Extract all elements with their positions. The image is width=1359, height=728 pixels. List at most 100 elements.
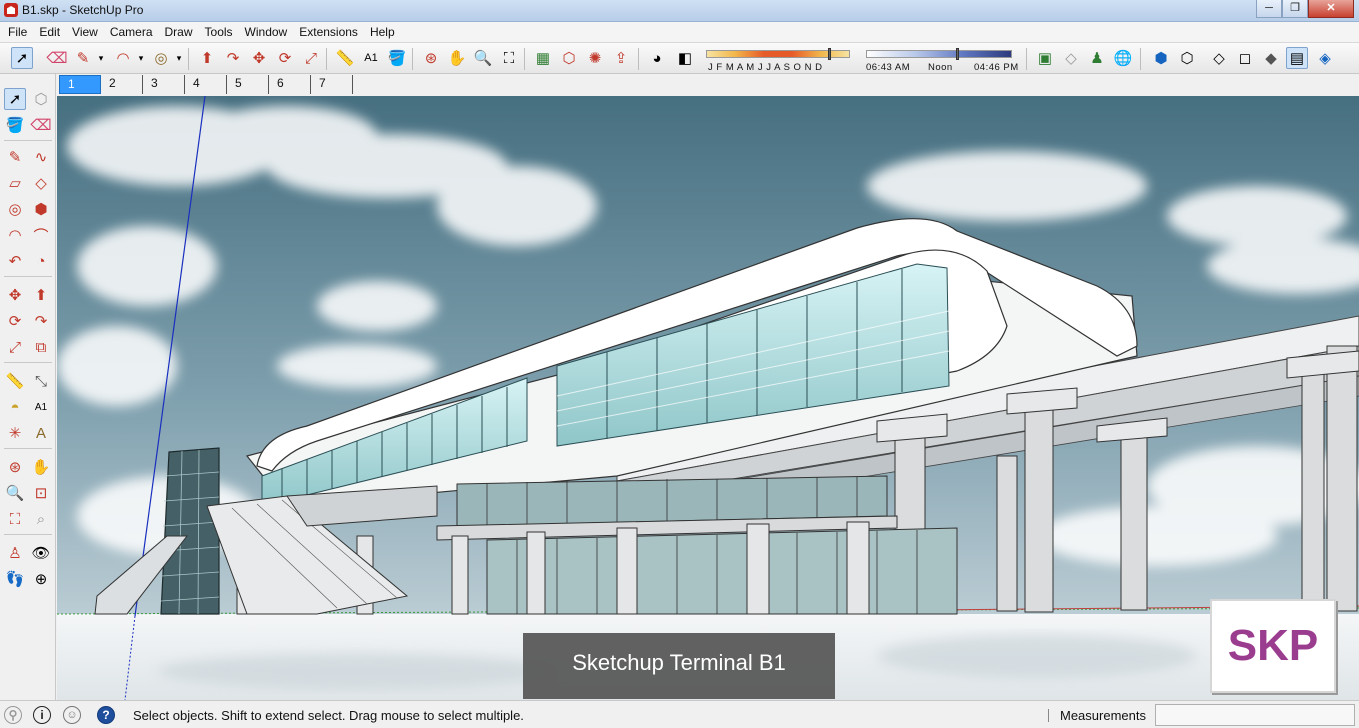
menu-edit[interactable]: Edit xyxy=(33,25,66,39)
3d-text-tool-icon[interactable]: A xyxy=(30,422,52,444)
polygon-tool-icon[interactable]: ⬢ xyxy=(30,198,52,220)
tape-measure-tool-icon[interactable]: 📏 xyxy=(334,47,356,69)
scene-tab-4[interactable]: 4 xyxy=(185,75,227,94)
time-slider-track[interactable] xyxy=(866,50,1012,58)
credits-info-icon[interactable]: i xyxy=(33,706,51,724)
make-component-icon[interactable]: ⬡ xyxy=(30,88,52,110)
push-pull-tool-icon[interactable]: ⬆ xyxy=(196,47,218,69)
time-slider-thumb[interactable] xyxy=(956,48,959,60)
rectangle-tool-icon[interactable]: ▱ xyxy=(4,172,26,194)
minimize-button[interactable]: ─ xyxy=(1256,0,1282,18)
orbit-tool-icon[interactable]: ⊛ xyxy=(420,47,442,69)
model-viewport[interactable]: Sketchup Terminal B1 SKP xyxy=(57,96,1359,700)
walk-icon[interactable]: ◇ xyxy=(1060,47,1082,69)
scene-tab-3[interactable]: 3 xyxy=(143,75,185,94)
freehand-tool-icon[interactable]: ∿ xyxy=(30,146,52,168)
zoom-extents-tool-icon[interactable]: ⛶ xyxy=(498,47,520,69)
position-camera-icon[interactable]: ▣ xyxy=(1034,47,1056,69)
extension-warehouse-icon[interactable]: ✺ xyxy=(584,47,606,69)
line-tool-icon[interactable]: ✎ xyxy=(4,146,26,168)
two-point-arc-tool-icon[interactable]: ⌒ xyxy=(30,224,52,246)
push-pull-tool-icon[interactable]: ⬆ xyxy=(30,284,52,306)
walk-tool-icon[interactable]: 👣 xyxy=(4,568,26,590)
share-model-icon[interactable]: ⬡ xyxy=(558,47,580,69)
eraser-tool-icon[interactable]: ⌫ xyxy=(30,114,52,136)
menu-file[interactable]: File xyxy=(2,25,33,39)
dimension-tool-icon[interactable]: ⤡ xyxy=(30,370,52,392)
shadow-settings-icon[interactable]: ◕ xyxy=(646,47,668,69)
menu-camera[interactable]: Camera xyxy=(104,25,159,39)
date-slider-thumb[interactable] xyxy=(828,48,831,60)
display-shadows-icon[interactable]: ◧ xyxy=(674,47,696,69)
rotate-tool-icon[interactable]: ⟳ xyxy=(4,310,26,332)
rotate-tool-icon[interactable]: ⟳ xyxy=(274,47,296,69)
previous-view-icon[interactable]: ⌕ xyxy=(30,508,52,530)
zoom-window-tool-icon[interactable]: ⊡ xyxy=(30,482,52,504)
geo-location-icon[interactable]: 🌐 xyxy=(1112,47,1134,69)
arc-dropdown-icon[interactable]: ▾ xyxy=(130,47,152,69)
pan-tool-icon[interactable]: ✋ xyxy=(30,456,52,478)
paint-bucket-tool-icon[interactable]: 🪣 xyxy=(4,114,26,136)
menu-tools[interactable]: Tools xyxy=(199,25,239,39)
close-button[interactable]: ✕ xyxy=(1308,0,1354,18)
zoom-extents-tool-icon[interactable]: ⛶ xyxy=(4,508,26,530)
axes-tool-icon[interactable]: ✳ xyxy=(4,422,26,444)
arc-tool-icon[interactable]: ◠ xyxy=(4,224,26,246)
move-tool-icon[interactable]: ✥ xyxy=(248,47,270,69)
wireframe-style-icon[interactable]: ◇ xyxy=(1208,47,1230,69)
measurements-input[interactable] xyxy=(1155,704,1355,726)
orbit-tool-icon[interactable]: ⊛ xyxy=(4,456,26,478)
scene-tab-6[interactable]: 6 xyxy=(269,75,311,94)
scene-tab-7[interactable]: 7 xyxy=(311,75,353,94)
move-tool-icon[interactable]: ✥ xyxy=(4,284,26,306)
select-tool-icon[interactable]: ➚ xyxy=(4,88,26,110)
shape-dropdown-icon[interactable]: ▾ xyxy=(168,47,190,69)
shaded-style-icon[interactable]: ◆ xyxy=(1260,47,1282,69)
share-component-icon[interactable]: ⇪ xyxy=(610,47,632,69)
circle-tool-icon[interactable]: ◎ xyxy=(4,198,26,220)
rotated-rectangle-tool-icon[interactable]: ◇ xyxy=(30,172,52,194)
text-tool-icon[interactable]: A1 xyxy=(360,47,382,69)
three-point-arc-tool-icon[interactable]: ↶ xyxy=(4,250,26,272)
position-camera-icon[interactable]: ♙ xyxy=(4,542,26,564)
xray-style-icon[interactable]: ⬢ xyxy=(1150,47,1172,69)
section-plane-tool-icon[interactable]: ⊕ xyxy=(30,568,52,590)
look-around-icon[interactable]: 👁 xyxy=(30,542,52,564)
tape-measure-tool-icon[interactable]: 📏 xyxy=(4,370,26,392)
scale-tool-icon[interactable]: ⤢ xyxy=(300,47,322,69)
paint-bucket-tool-icon[interactable]: 🪣 xyxy=(386,47,408,69)
hidden-line-style-icon[interactable]: ◻ xyxy=(1234,47,1256,69)
scene-tabs: 1 2 3 4 5 6 7 xyxy=(57,74,1359,96)
look-around-icon[interactable]: ♟ xyxy=(1086,47,1108,69)
scene-tab-5[interactable]: 5 xyxy=(227,75,269,94)
menu-view[interactable]: View xyxy=(66,25,104,39)
menu-draw[interactable]: Draw xyxy=(159,25,199,39)
maximize-button[interactable]: ❐ xyxy=(1282,0,1308,18)
follow-me-tool-icon[interactable]: ↷ xyxy=(30,310,52,332)
zoom-tool-icon[interactable]: 🔍 xyxy=(4,482,26,504)
pie-tool-icon[interactable]: ◔ xyxy=(30,250,52,272)
menu-extensions[interactable]: Extensions xyxy=(293,25,364,39)
pan-tool-icon[interactable]: ✋ xyxy=(446,47,468,69)
scale-tool-icon[interactable]: ⤢ xyxy=(4,336,26,358)
protractor-tool-icon[interactable]: ◓ xyxy=(4,396,26,418)
back-edges-style-icon[interactable]: ⬡ xyxy=(1176,47,1198,69)
warehouse-icon[interactable]: ▦ xyxy=(532,47,554,69)
scene-tab-1[interactable]: 1 xyxy=(59,75,101,94)
user-account-icon[interactable]: ☺ xyxy=(63,706,81,724)
geo-location-status-icon[interactable]: ⚲ xyxy=(4,706,22,724)
scene-tab-2[interactable]: 2 xyxy=(101,75,143,94)
help-icon[interactable]: ? xyxy=(97,706,115,724)
menu-window[interactable]: Window xyxy=(239,25,294,39)
text-tool-icon[interactable]: A1 xyxy=(30,396,52,418)
eraser-tool-icon[interactable]: ⌫ xyxy=(46,47,68,69)
offset-tool-icon[interactable]: ⧉ xyxy=(30,336,52,358)
menu-help[interactable]: Help xyxy=(364,25,401,39)
toolbar-divider xyxy=(524,48,525,70)
monochrome-style-icon[interactable]: ◈ xyxy=(1314,47,1336,69)
line-dropdown-icon[interactable]: ▾ xyxy=(90,47,112,69)
select-tool-icon[interactable]: ➚ xyxy=(11,47,33,69)
shaded-textures-style-icon[interactable]: ▤ xyxy=(1286,47,1308,69)
follow-me-tool-icon[interactable]: ↷ xyxy=(222,47,244,69)
zoom-tool-icon[interactable]: 🔍 xyxy=(472,47,494,69)
